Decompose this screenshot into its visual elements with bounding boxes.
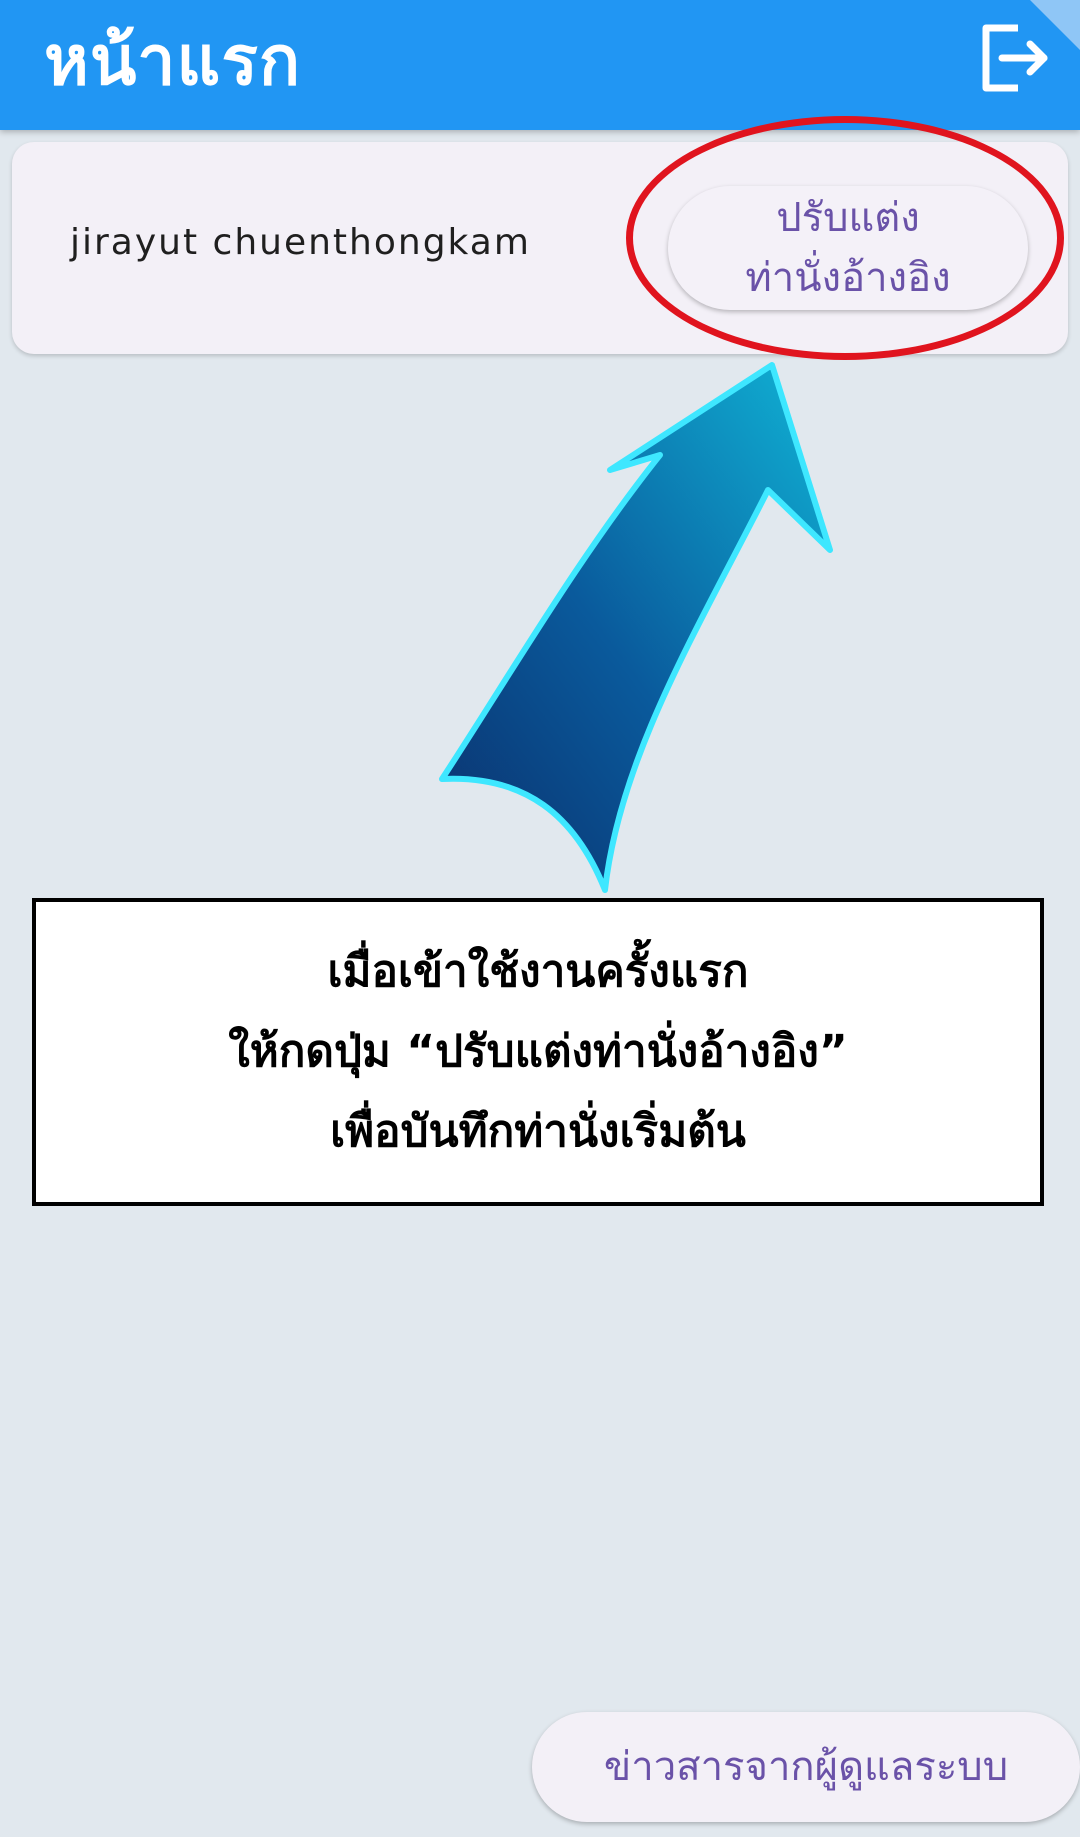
pointing-arrow-icon: [439, 362, 833, 893]
instruction-line-3: เพื่อบันทึกท่านั่งเริ่มต้น: [330, 1106, 746, 1157]
user-name: jirayut chuenthongkam: [70, 222, 531, 263]
page-title: หน้าแรก: [44, 22, 302, 101]
adjust-reference-posture-button[interactable]: ปรับแต่ง ท่านั่งอ้างอิง: [668, 186, 1028, 310]
logout-icon: [982, 24, 1048, 92]
user-card: jirayut chuenthongkam ปรับแต่ง ท่านั่งอ้…: [12, 142, 1068, 354]
logout-button[interactable]: [974, 18, 1054, 98]
instruction-line-2: ให้กดปุ่ม “ปรับแต่งท่านั่งอ้างอิง”: [228, 1026, 848, 1077]
instruction-line-1: เมื่อเข้าใช้งานครั้งแรก: [327, 946, 749, 997]
instruction-box: เมื่อเข้าใช้งานครั้งแรก ให้กดปุ่ม “ปรับแ…: [32, 898, 1044, 1206]
app-bar: หน้าแรก: [0, 0, 1080, 130]
admin-news-button[interactable]: ข่าวสารจากผู้ดูแลระบบ: [532, 1712, 1080, 1822]
adjust-button-label-line1: ปรับแต่ง: [776, 195, 920, 241]
adjust-button-label-line2: ท่านั่งอ้างอิง: [745, 255, 951, 301]
